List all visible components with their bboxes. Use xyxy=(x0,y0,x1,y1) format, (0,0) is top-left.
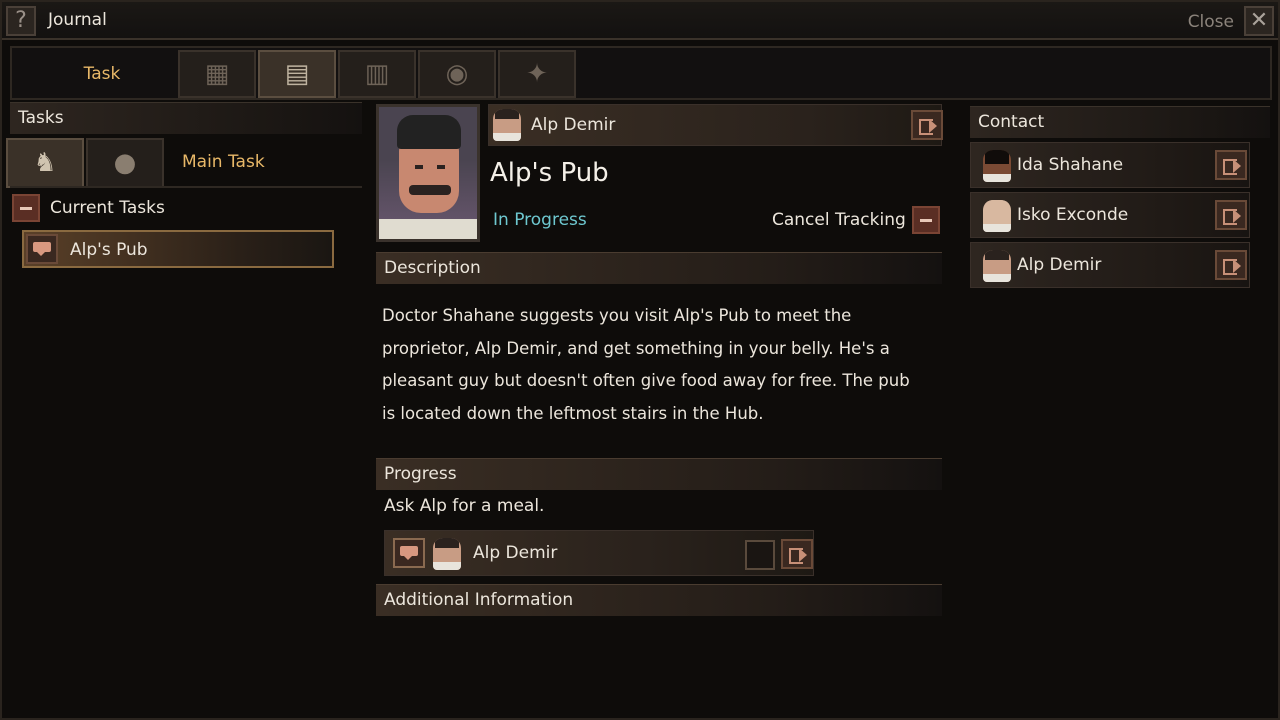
contact-name: Ida Shahane xyxy=(1017,155,1124,175)
go-to-icon[interactable] xyxy=(1215,150,1247,180)
figure-icon: ♞ xyxy=(33,148,57,178)
avatar xyxy=(493,109,521,141)
current-tasks-label: Current Tasks xyxy=(50,198,165,218)
cancel-tracking-button[interactable] xyxy=(912,206,940,234)
progress-header: Progress xyxy=(376,458,942,490)
go-to-icon[interactable] xyxy=(911,110,943,140)
help-button[interactable]: ? xyxy=(6,6,36,36)
go-to-icon[interactable] xyxy=(781,539,813,569)
window-title: Journal xyxy=(48,10,107,30)
cancel-tracking-label[interactable]: Cancel Tracking xyxy=(772,210,906,230)
portrait-mustache xyxy=(409,185,451,195)
contact-ida-shahane[interactable]: Ida Shahane xyxy=(970,142,1250,188)
portrait-eye-left xyxy=(415,165,423,169)
avatar xyxy=(433,538,461,570)
collapse-icon[interactable] xyxy=(12,194,40,222)
quest-status: In Progress xyxy=(493,210,587,230)
tasks-header: Tasks xyxy=(10,102,362,134)
task-item-alps-pub[interactable]: Alp's Pub xyxy=(22,230,334,268)
speech-bubble-icon xyxy=(26,234,58,264)
tab-magnifier[interactable]: ◉ xyxy=(418,50,496,98)
contact-header: Contact xyxy=(970,106,1270,138)
documents-icon: ▤ xyxy=(284,59,310,89)
quest-giver-name: Alp Demir xyxy=(531,115,616,135)
avatar xyxy=(983,150,1011,182)
description-header: Description xyxy=(376,252,942,284)
avatar xyxy=(983,250,1011,282)
contact-name: Isko Exconde xyxy=(1017,205,1129,225)
subtab-sack[interactable]: ● xyxy=(86,138,164,188)
npc-portrait xyxy=(376,104,480,242)
speech-bubble-icon xyxy=(393,538,425,568)
progress-objective: Ask Alp for a meal. xyxy=(384,496,545,516)
title-bar: ? Journal Close ✕ xyxy=(2,2,1278,40)
contact-isko-exconde[interactable]: Isko Exconde xyxy=(970,192,1250,238)
go-to-icon[interactable] xyxy=(1215,200,1247,230)
map-scroll-icon: ▦ xyxy=(204,59,230,89)
magnifier-icon: ◉ xyxy=(445,59,469,89)
portrait-shirt xyxy=(379,219,477,239)
tab-map-scroll[interactable]: ▦ xyxy=(178,50,256,98)
book-icon: ▥ xyxy=(364,59,390,89)
journal-window: ? Journal Close ✕ Task ▦ ▤ ▥ ◉ ✦ Tasks ♞… xyxy=(0,0,1280,720)
tab-documents[interactable]: ▤ xyxy=(258,50,336,98)
go-to-icon[interactable] xyxy=(1215,250,1247,280)
portrait-eye-right xyxy=(437,165,445,169)
close-label[interactable]: Close xyxy=(1188,12,1234,32)
contact-alp-demir[interactable]: Alp Demir xyxy=(970,242,1250,288)
tab-task[interactable]: Task xyxy=(22,50,182,98)
objective-checkbox[interactable] xyxy=(745,540,775,570)
tab-book[interactable]: ▥ xyxy=(338,50,416,98)
additional-info-header: Additional Information xyxy=(376,584,942,616)
gear-tools-icon: ✦ xyxy=(526,59,548,89)
task-item-label: Alp's Pub xyxy=(70,240,148,260)
main-task-label[interactable]: Main Task xyxy=(182,152,265,172)
current-tasks-group[interactable]: Current Tasks xyxy=(12,194,362,224)
portrait-hair xyxy=(397,115,461,149)
contact-name: Alp Demir xyxy=(1017,255,1102,275)
close-button[interactable]: ✕ xyxy=(1244,6,1274,36)
quest-title: Alp's Pub xyxy=(490,158,609,188)
quest-giver-row[interactable]: Alp Demir xyxy=(488,104,943,146)
subtab-figure[interactable]: ♞ xyxy=(6,138,84,188)
progress-step-row[interactable]: Alp Demir xyxy=(384,530,814,576)
tab-bar: Task ▦ ▤ ▥ ◉ ✦ xyxy=(10,46,1272,100)
tab-gear-tools[interactable]: ✦ xyxy=(498,50,576,98)
sack-icon: ● xyxy=(113,148,137,178)
progress-npc-name: Alp Demir xyxy=(473,543,558,563)
divider xyxy=(10,186,362,188)
quest-description: Doctor Shahane suggests you visit Alp's … xyxy=(382,306,910,423)
avatar xyxy=(983,200,1011,232)
